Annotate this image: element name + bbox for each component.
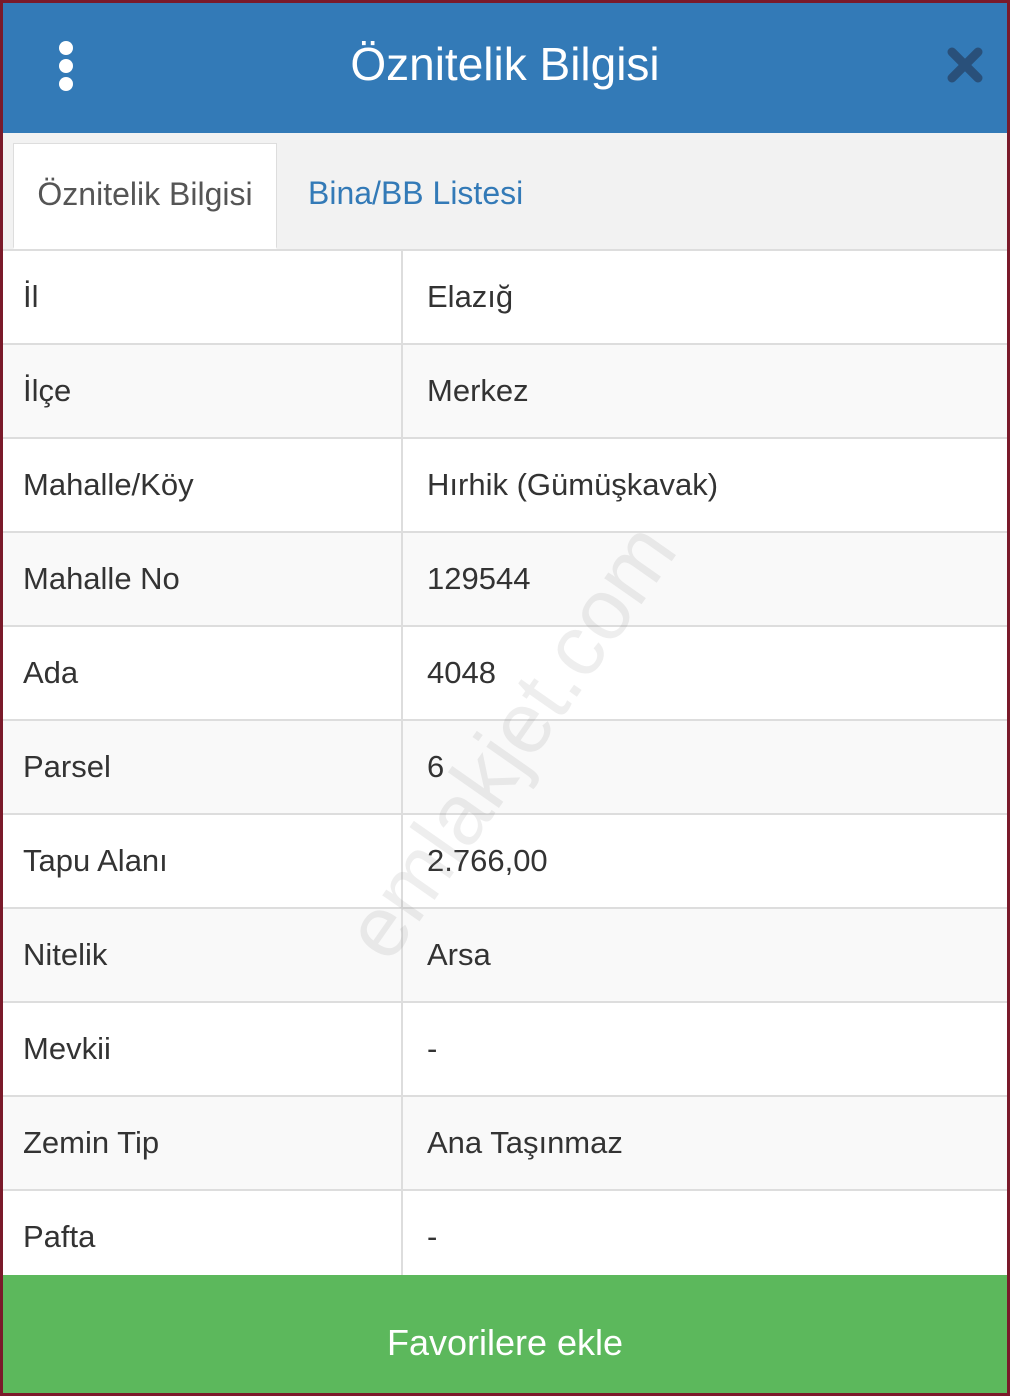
table-row: İlçe Merkez	[3, 345, 1007, 439]
row-value: -	[427, 1031, 438, 1066]
row-value: 2.766,00	[427, 843, 548, 878]
table-row: İl Elazığ	[3, 251, 1007, 345]
table-row: Mevkii -	[3, 1003, 1007, 1097]
attribute-dialog: Öznitelik Bilgisi Öznitelik Bilgisi Bina…	[0, 0, 1010, 1396]
dialog-header: Öznitelik Bilgisi	[3, 3, 1007, 133]
row-label: Zemin Tip	[3, 1097, 403, 1189]
row-value: 6	[427, 749, 445, 784]
row-value: Elazığ	[427, 279, 514, 314]
row-value: 4048	[427, 655, 496, 690]
table-row: Zemin Tip Ana Taşınmaz	[3, 1097, 1007, 1191]
row-label: Pafta	[3, 1191, 403, 1283]
tab-attribute-info[interactable]: Öznitelik Bilgisi	[13, 143, 277, 249]
row-label: Nitelik	[3, 909, 403, 1001]
row-label: Ada	[3, 627, 403, 719]
row-value: Merkez	[427, 373, 529, 408]
row-label: İlçe	[3, 345, 403, 437]
row-value: Hırhik (Gümüşkavak)	[427, 467, 719, 502]
table-row: Ada 4048	[3, 627, 1007, 721]
close-icon[interactable]	[943, 43, 987, 87]
table-row: Mahalle/Köy Hırhik (Gümüşkavak)	[3, 439, 1007, 533]
table-row: Tapu Alanı 2.766,00	[3, 815, 1007, 909]
row-label: İl	[3, 251, 403, 343]
table-row: Pafta -	[3, 1191, 1007, 1285]
row-value: -	[427, 1219, 438, 1254]
row-label: Parsel	[3, 721, 403, 813]
row-value: Arsa	[427, 937, 491, 972]
attribute-table: İl Elazığ İlçe Merkez Mahalle/Köy Hırhik…	[3, 251, 1007, 1285]
add-to-favorites-button[interactable]: Favorilere ekle	[3, 1275, 1007, 1393]
row-label: Mahalle/Köy	[3, 439, 403, 531]
tab-bar: Öznitelik Bilgisi Bina/BB Listesi	[3, 133, 1007, 251]
table-row: Nitelik Arsa	[3, 909, 1007, 1003]
row-value: 129544	[427, 561, 531, 596]
dialog-title: Öznitelik Bilgisi	[350, 38, 660, 90]
row-label: Mevkii	[3, 1003, 403, 1095]
tab-building-list[interactable]: Bina/BB Listesi	[308, 143, 523, 249]
table-row: Parsel 6	[3, 721, 1007, 815]
row-label: Mahalle No	[3, 533, 403, 625]
row-label: Tapu Alanı	[3, 815, 403, 907]
row-value: Ana Taşınmaz	[427, 1125, 623, 1160]
table-row: Mahalle No 129544	[3, 533, 1007, 627]
